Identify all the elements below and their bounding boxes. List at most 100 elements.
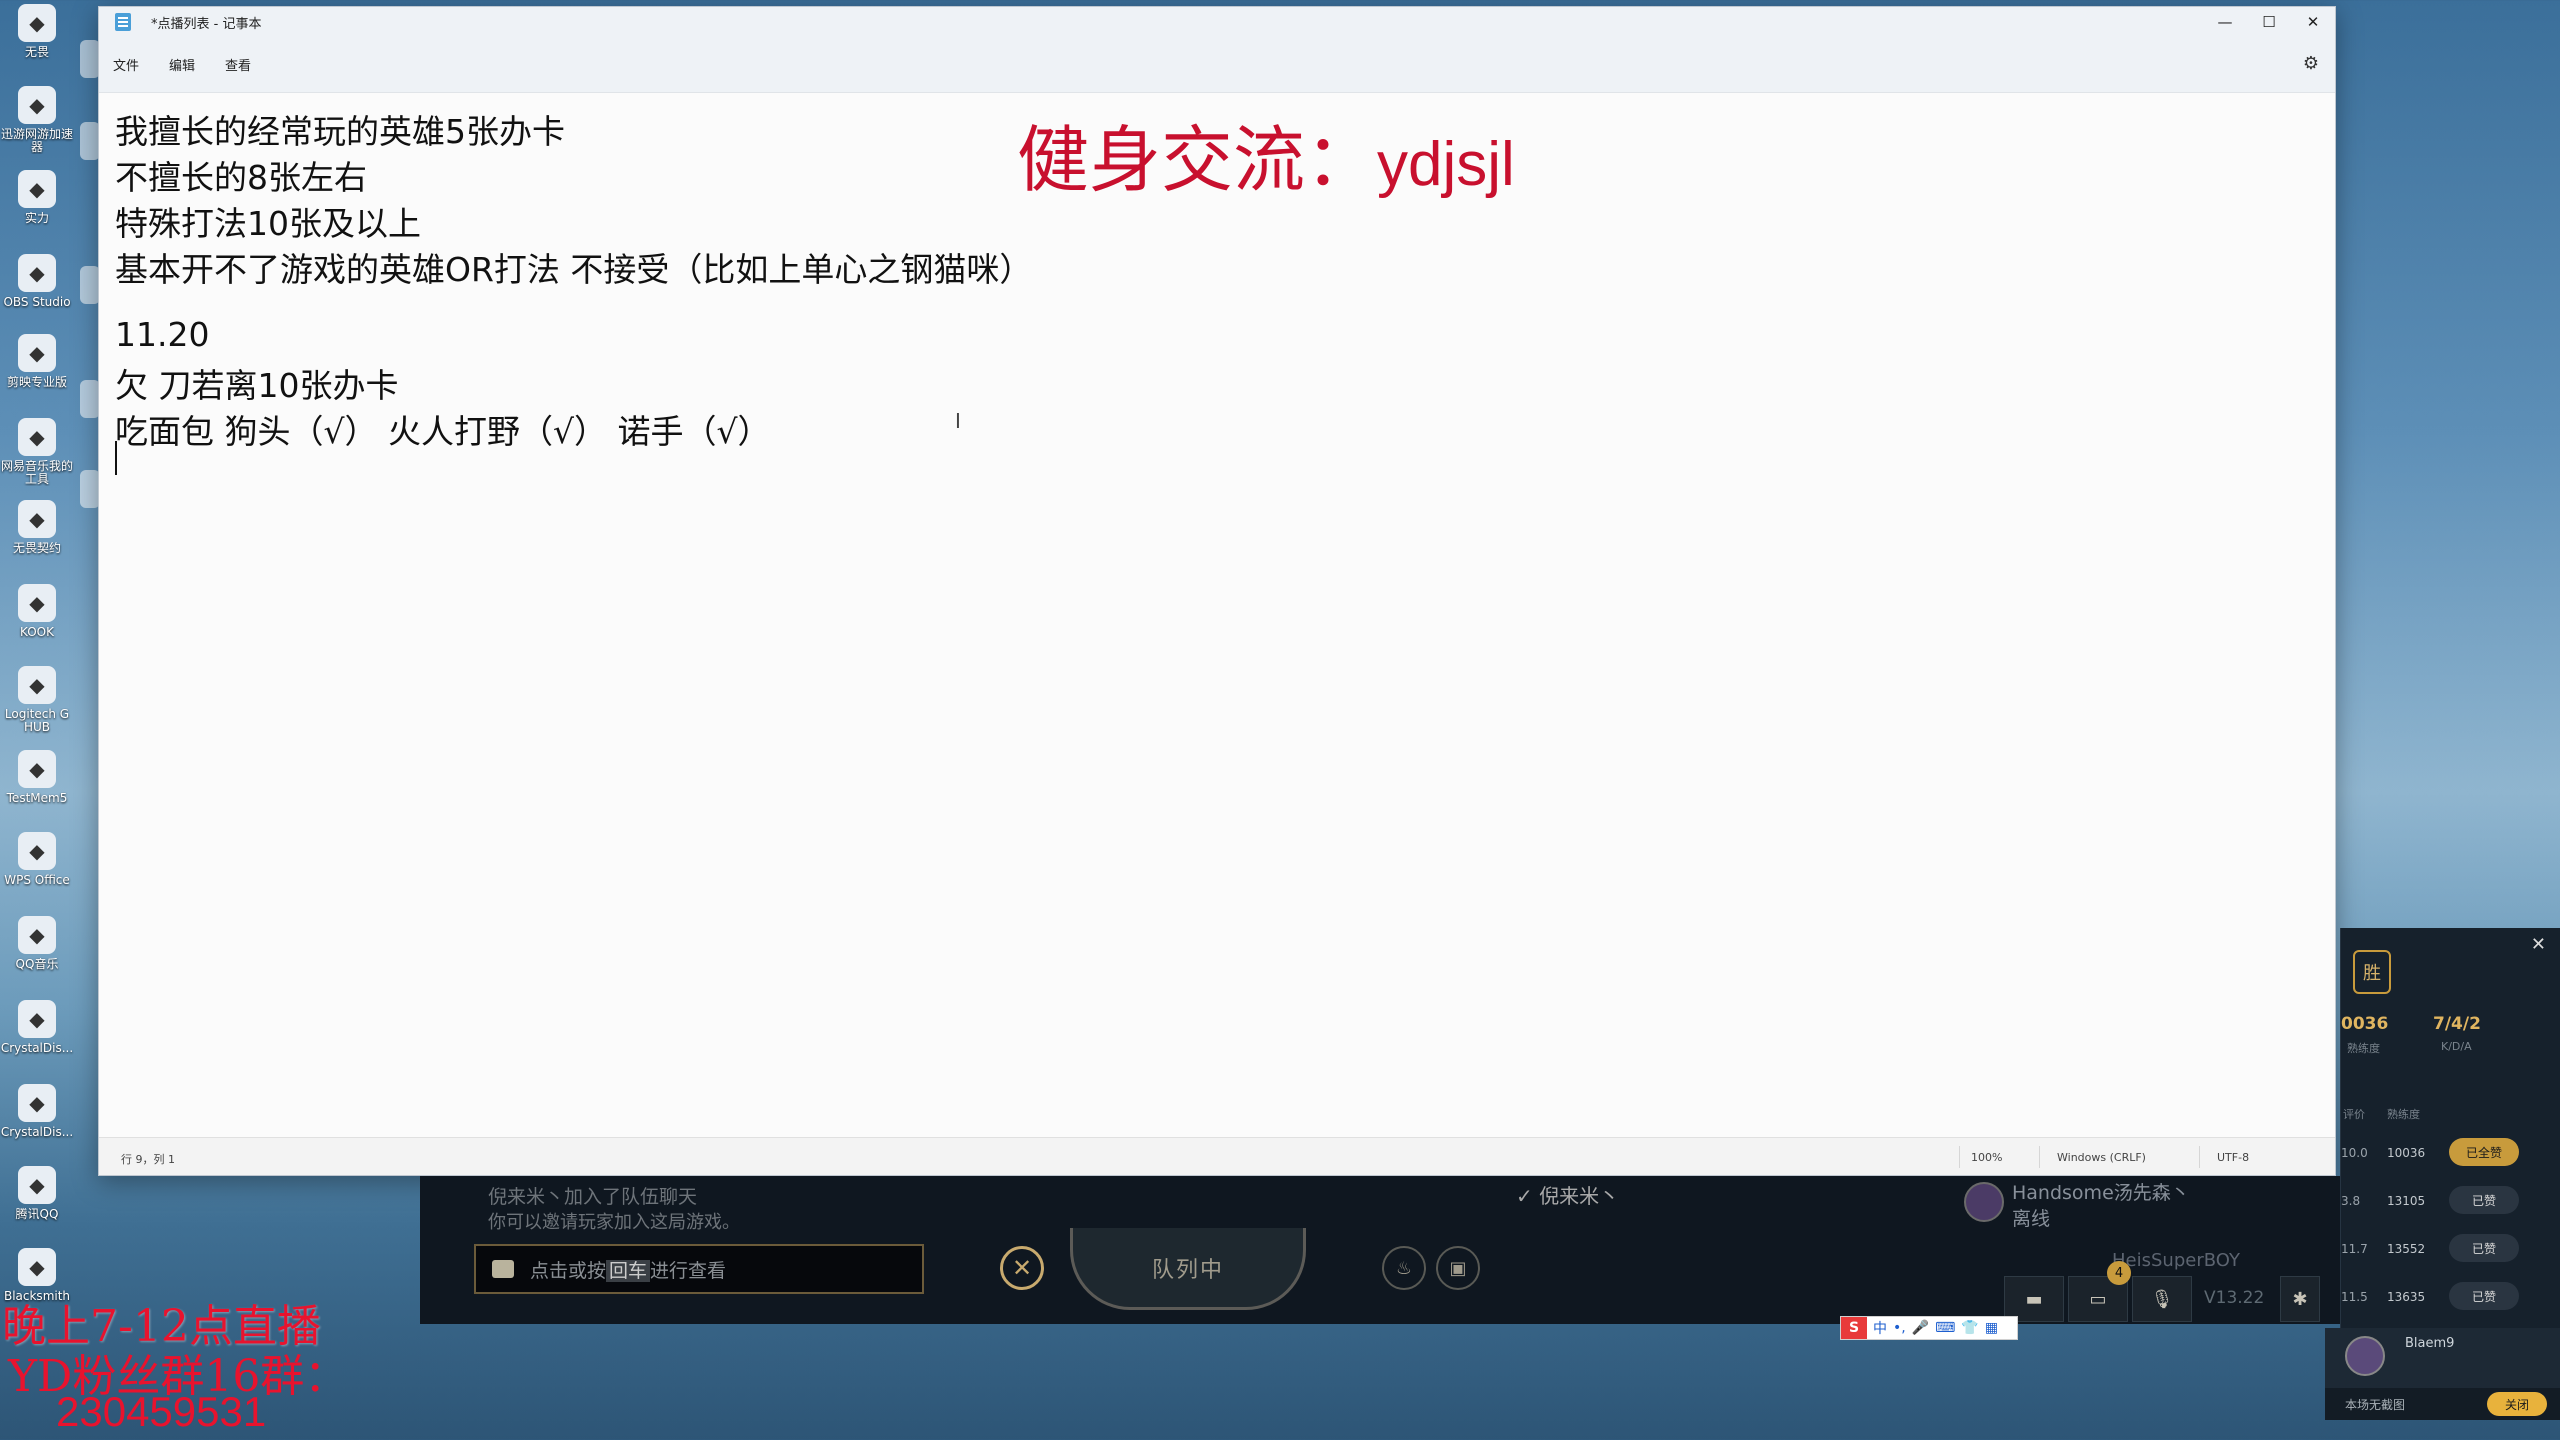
settings-gear-icon[interactable]: ⚙ <box>2303 53 2319 74</box>
friend-name[interactable]: HeisSuperBOY <box>2112 1250 2240 1271</box>
crystaldisk-icon: ◆ <box>18 1000 56 1038</box>
desktop-icon-label: 实力 <box>24 212 49 225</box>
player-row: Blaem9 <box>2325 1328 2560 1388</box>
promo-id: ydjsjl <box>1377 130 1515 199</box>
mastery-score: 0036 <box>2341 1014 2389 1034</box>
desktop-icon[interactable]: ◆ 实力 <box>0 170 74 238</box>
desktop-icon-label: 迅游网游加速器 <box>0 128 73 154</box>
chat-message: 你可以邀请玩家加入这局游戏。 <box>488 1212 740 1233</box>
desktop-icon[interactable]: ◆ 无畏 <box>0 4 74 72</box>
text-line: 欠 刀若离10张办卡 <box>115 366 399 405</box>
close-result-button[interactable]: 关闭 <box>2487 1392 2547 1416</box>
flame-icon[interactable]: ♨ <box>1382 1246 1426 1290</box>
line-ending[interactable]: Windows (CRLF) <box>2057 1151 2146 1164</box>
desktop-icon[interactable]: ◆ WPS Office <box>0 832 74 900</box>
chat-hint-pre: 点击或按 <box>530 1259 607 1282</box>
square-icon[interactable]: ▣ <box>1436 1246 1480 1290</box>
desktop-icon-label: Logitech G HUB <box>4 708 70 734</box>
friend-status: 离线 <box>2012 1208 2051 1230</box>
text-caret <box>115 441 117 475</box>
menu-edit[interactable]: 编辑 <box>169 55 195 74</box>
ime-voice-icon[interactable]: 🎤 <box>1912 1320 1929 1336</box>
queue-button[interactable]: 队列中 <box>1070 1228 1306 1310</box>
desktop-icon[interactable]: ◆ 网易音乐我的工具 <box>0 418 74 486</box>
menu-file[interactable]: 文件 <box>113 55 139 74</box>
rating: 10.0 <box>2341 1146 2368 1160</box>
kda-value: 7/4/2 <box>2433 1014 2481 1034</box>
column-header-mastery: 熟练度 <box>2387 1108 2420 1121</box>
player-name: Blaem9 <box>2405 1336 2455 1351</box>
desktop-icon[interactable]: ◆ 腾讯QQ <box>0 1166 74 1234</box>
friend-name: Handsome汤先森丶 <box>2012 1182 2190 1204</box>
chat-hint-post: 进行查看 <box>650 1259 727 1282</box>
cancel-queue-icon[interactable]: ✕ <box>1000 1246 1044 1290</box>
desktop-icon[interactable]: ◆ OBS Studio <box>0 254 74 322</box>
notepad-app-icon <box>115 13 131 31</box>
desktop-icon[interactable]: ◆ TestMem5 <box>0 750 74 818</box>
text-editor-area[interactable]: 我擅长的经常玩的英雄5张办卡 不擅长的8张左右 特殊打法10张及以上 基本开不了… <box>99 93 2335 1137</box>
chat-input[interactable]: 点击或按 回车 进行查看 <box>474 1244 924 1294</box>
column-header-rating: 评价 <box>2343 1108 2365 1121</box>
menu-view[interactable]: 查看 <box>225 55 251 74</box>
ime-toolbar[interactable]: S 中 •, 🎤 ⌨ 👕 ▦ <box>1840 1316 2018 1340</box>
like-button[interactable]: 已全赞 <box>2449 1138 2519 1166</box>
desktop-icon[interactable]: ◆ Logitech G HUB <box>0 666 74 734</box>
desktop-icon[interactable]: ◆ CrystalDis... <box>0 1084 74 1152</box>
minimize-button[interactable]: — <box>2203 7 2247 37</box>
desktop-icon-label: WPS Office <box>4 874 70 887</box>
menu-bar: 文件 编辑 查看 ⚙ <box>99 37 2335 93</box>
blacksmith-icon: ◆ <box>18 1248 56 1286</box>
text-line: 吃面包 狗头（√） 火人打野（√） 诺手（√） <box>115 412 771 451</box>
text-line: 11.20 <box>115 315 210 354</box>
qq-icon: ◆ <box>18 1166 56 1204</box>
ime-toolbox-icon[interactable]: ▦ <box>1985 1320 1998 1336</box>
footer-text: 本场无截图 <box>2345 1398 2406 1412</box>
notification-icon[interactable]: ▭ 4 <box>2068 1261 2131 1322</box>
like-button[interactable]: 已赞 <box>2449 1186 2519 1214</box>
text-line: 我擅长的经常玩的英雄5张办卡 <box>115 112 565 151</box>
rating: 11.5 <box>2341 1290 2368 1304</box>
ime-punctuation-icon[interactable]: •, <box>1893 1320 1906 1336</box>
crystaldisk-icon: ◆ <box>18 1084 56 1122</box>
notification-badge: 4 <box>2107 1261 2131 1285</box>
accelerator-icon: ◆ <box>18 86 56 124</box>
desktop-icon-label: KOOK <box>20 626 54 639</box>
encoding[interactable]: UTF-8 <box>2217 1151 2249 1164</box>
chat-hint-key: 回车 <box>606 1259 651 1282</box>
party-member-name: 倪来米丶 <box>1539 1184 1620 1208</box>
game-lobby: 倪来米丶加入了队伍聊天 你可以邀请玩家加入这局游戏。 点击或按 回车 进行查看 ✕ … <box>420 1176 2340 1324</box>
close-button[interactable]: ✕ <box>2291 7 2335 37</box>
logitech-icon: ◆ <box>18 666 56 704</box>
qqmusic-icon: ◆ <box>18 916 56 954</box>
desktop-icon-label: CrystalDis... <box>0 1126 74 1139</box>
client-version: V13.22 <box>2204 1288 2265 1308</box>
friend-avatar[interactable] <box>1964 1182 2004 1222</box>
desktop-icon[interactable]: ◆ QQ音乐 <box>0 916 74 984</box>
mastery-label: 熟练度 <box>2347 1042 2380 1055</box>
promo-label: 健身交流： <box>1017 118 1378 202</box>
desktop-icon[interactable]: ◆ CrystalDis... <box>0 1000 74 1068</box>
desktop-icon[interactable]: ◆ 剪映专业版 <box>0 334 74 402</box>
cursor-position: 行 9，列 1 <box>121 1153 175 1166</box>
close-icon[interactable]: ✕ <box>2531 934 2546 955</box>
window-title: *点播列表 - 记事本 <box>151 16 262 32</box>
ime-keyboard-icon[interactable]: ⌨ <box>1935 1320 1955 1336</box>
ime-mode[interactable]: 中 <box>1873 1318 1887 1338</box>
microphone-icon[interactable]: 🎙 <box>2132 1276 2192 1322</box>
party-member: ✓ 倪来米丶 <box>1516 1184 1620 1208</box>
desktop-icon[interactable]: ◆ 无畏契约 <box>0 500 74 568</box>
ime-skin-icon[interactable]: 👕 <box>1961 1320 1978 1336</box>
desktop-icon-label: QQ音乐 <box>15 958 59 971</box>
desktop-icon[interactable]: ◆ KOOK <box>0 584 74 652</box>
desktop-icon-label: 无畏 <box>24 46 49 59</box>
desktop-icon[interactable]: ◆ 迅游网游加速器 <box>0 86 74 154</box>
like-button[interactable]: 已赞 <box>2449 1234 2519 1262</box>
friend-entry[interactable]: Handsome汤先森丶 离线 <box>2012 1180 2190 1232</box>
music-icon: ◆ <box>18 418 56 456</box>
notepad-titlebar[interactable]: *点播列表 - 记事本 — ☐ ✕ <box>99 7 2335 37</box>
like-button[interactable]: 已赞 <box>2449 1282 2519 1310</box>
zoom-level[interactable]: 100% <box>1971 1151 2002 1164</box>
maximize-button[interactable]: ☐ <box>2247 7 2291 37</box>
settings-bug-icon[interactable]: ✱ <box>2280 1276 2320 1322</box>
mastery: 10036 <box>2387 1146 2426 1160</box>
